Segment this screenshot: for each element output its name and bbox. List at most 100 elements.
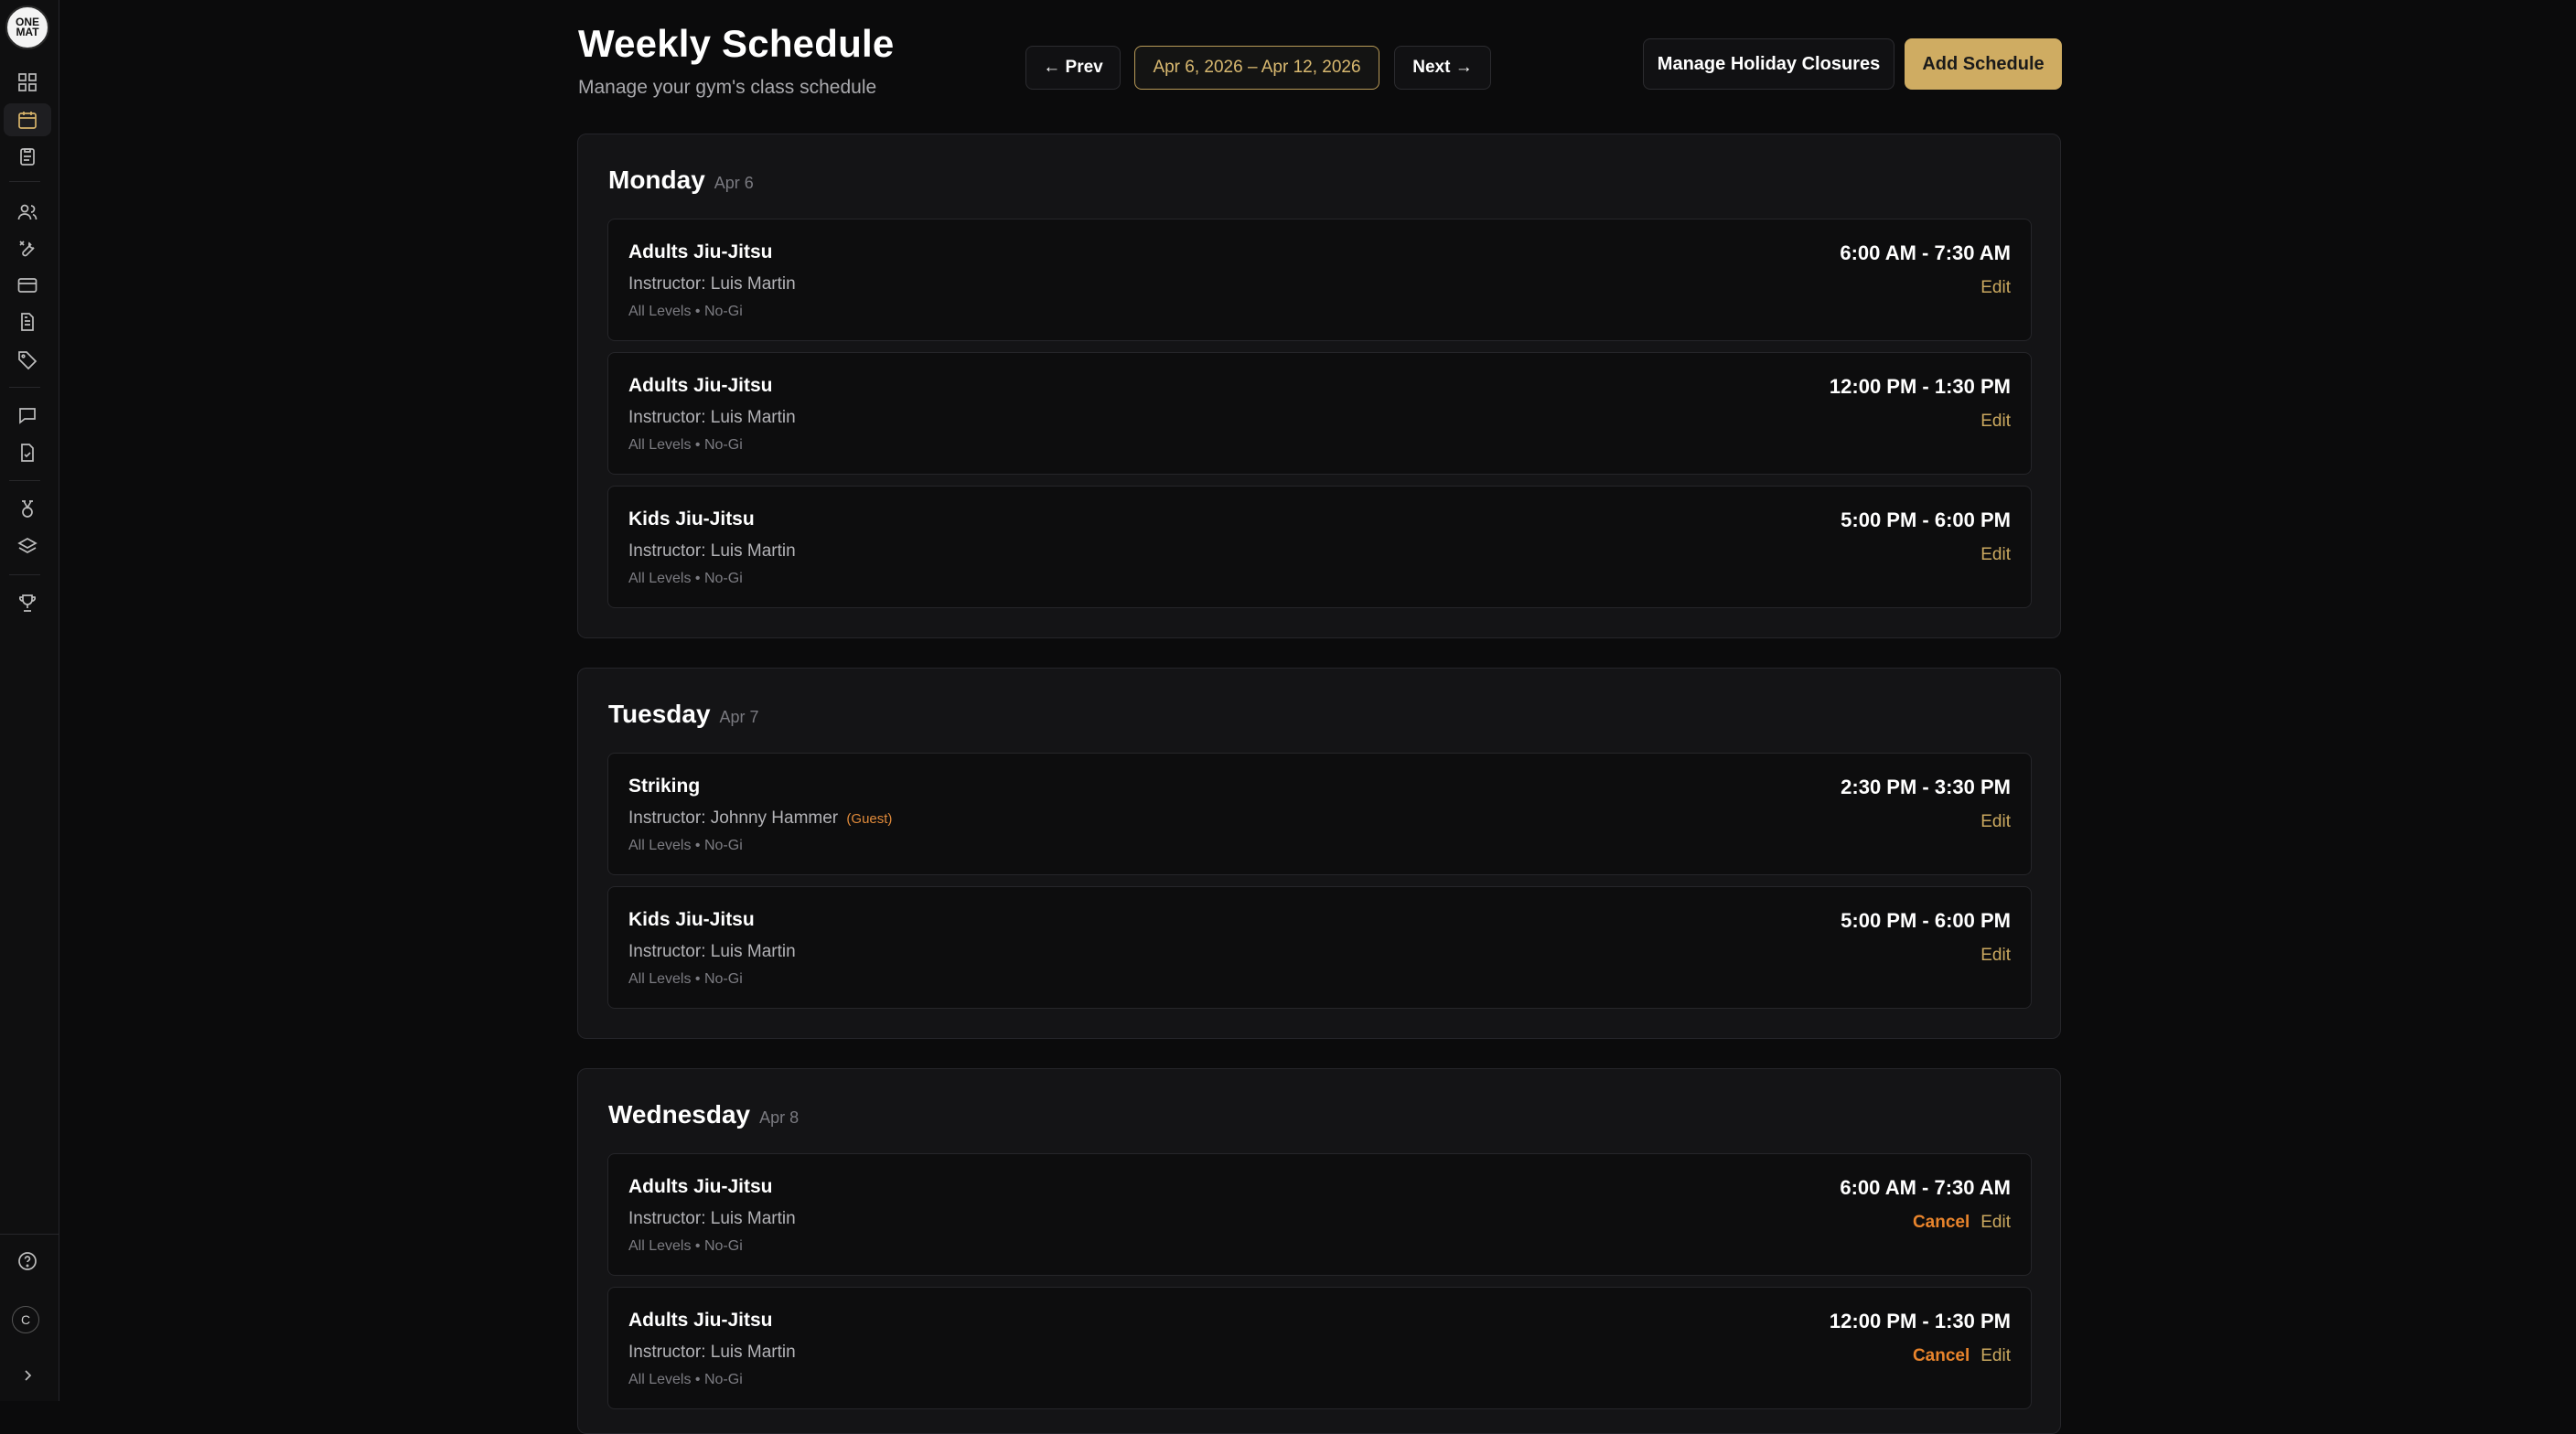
class-time: 2:30 PM - 3:30 PM xyxy=(1841,776,2011,798)
class-row[interactable]: Adults Jiu-Jitsu Instructor: Luis Martin… xyxy=(607,352,2032,475)
layers-icon xyxy=(17,538,38,553)
sidebar-divider xyxy=(9,480,40,481)
sidebar-item-messages[interactable] xyxy=(4,399,51,432)
class-instructor: Instructor: Luis Martin xyxy=(628,942,796,961)
cancel-class-button[interactable]: Cancel xyxy=(1913,1213,1970,1233)
class-meta: All Levels • No-Gi xyxy=(628,304,743,319)
class-meta: All Levels • No-Gi xyxy=(628,571,743,586)
sidebar-item-billing[interactable] xyxy=(4,269,51,302)
class-meta: All Levels • No-Gi xyxy=(628,838,743,853)
edit-class-button[interactable]: Edit xyxy=(1980,412,2011,432)
edit-class-button[interactable]: Edit xyxy=(1980,1346,2011,1366)
tag-icon xyxy=(18,351,38,370)
help-button[interactable] xyxy=(4,1245,51,1278)
day-date: Apr 6 xyxy=(714,174,754,192)
date-range-button[interactable]: Apr 6, 2026 – Apr 12, 2026 xyxy=(1134,46,1379,90)
class-actions: Edit xyxy=(1980,812,2011,832)
class-instructor: Instructor: Luis Martin xyxy=(628,1343,796,1362)
class-time: 5:00 PM - 6:00 PM xyxy=(1841,909,2011,932)
class-instructor: Instructor: Johnny Hammer (Guest) xyxy=(628,808,892,829)
guest-badge: (Guest) xyxy=(846,811,893,827)
sidebar-item-schedule[interactable] xyxy=(4,103,51,136)
sidebar: ONE MAT C xyxy=(0,0,59,1401)
class-title: Adults Jiu-Jitsu xyxy=(628,241,773,262)
edit-class-button[interactable]: Edit xyxy=(1980,1213,2011,1233)
sidebar-item-ranks[interactable] xyxy=(4,493,51,526)
day-date: Apr 8 xyxy=(759,1108,800,1127)
class-time: 12:00 PM - 1:30 PM xyxy=(1829,1310,2011,1332)
day-date: Apr 7 xyxy=(719,708,759,726)
page-subtitle: Manage your gym's class schedule xyxy=(578,77,877,98)
dashboard-icon xyxy=(18,73,37,91)
class-time: 12:00 PM - 1:30 PM xyxy=(1829,375,2011,398)
trophy-icon xyxy=(18,594,37,612)
class-title: Kids Jiu-Jitsu xyxy=(628,508,755,530)
edit-class-button[interactable]: Edit xyxy=(1980,946,2011,966)
class-row[interactable]: Adults Jiu-Jitsu Instructor: Luis Martin… xyxy=(607,219,2032,341)
prev-week-button[interactable]: ← Prev xyxy=(1025,46,1121,90)
cancel-class-button[interactable]: Cancel xyxy=(1913,1346,1970,1366)
sidebar-item-members[interactable] xyxy=(4,196,51,229)
sidebar-item-tags[interactable] xyxy=(4,343,51,376)
class-actions: Cancel Edit xyxy=(1913,1346,2011,1366)
document-icon xyxy=(21,313,34,331)
manage-holiday-closures-button[interactable]: Manage Holiday Closures xyxy=(1643,38,1894,90)
class-time: 6:00 AM - 7:30 AM xyxy=(1840,1176,2011,1199)
users-icon xyxy=(17,204,38,220)
class-actions: Edit xyxy=(1980,545,2011,565)
class-row[interactable]: Adults Jiu-Jitsu Instructor: Luis Martin… xyxy=(607,1287,2032,1409)
class-row[interactable]: Kids Jiu-Jitsu Instructor: Luis Martin A… xyxy=(607,886,2032,1009)
next-week-button[interactable]: Next → xyxy=(1394,46,1491,90)
edit-class-button[interactable]: Edit xyxy=(1980,812,2011,832)
page-title: Weekly Schedule xyxy=(578,22,895,65)
class-time: 6:00 AM - 7:30 AM xyxy=(1840,241,2011,264)
logo-line-2: MAT xyxy=(16,26,39,38)
sidebar-item-competitions[interactable] xyxy=(4,586,51,619)
chat-icon xyxy=(19,408,36,424)
day-header: Monday Apr 6 xyxy=(608,166,754,195)
edit-class-button[interactable]: Edit xyxy=(1980,545,2011,565)
sidebar-divider xyxy=(9,387,40,388)
expand-sidebar-button[interactable] xyxy=(4,1359,51,1392)
class-time: 5:00 PM - 6:00 PM xyxy=(1841,508,2011,531)
sidebar-item-programs[interactable] xyxy=(4,530,51,563)
class-instructor: Instructor: Luis Martin xyxy=(628,408,796,427)
sidebar-item-tools[interactable] xyxy=(4,232,51,265)
medal-icon xyxy=(22,500,33,518)
edit-class-button[interactable]: Edit xyxy=(1980,278,2011,298)
class-row[interactable]: Adults Jiu-Jitsu Instructor: Luis Martin… xyxy=(607,1153,2032,1276)
day-name: Tuesday xyxy=(608,700,711,728)
sidebar-item-documents[interactable] xyxy=(4,305,51,338)
class-row[interactable]: Striking Instructor: Johnny Hammer (Gues… xyxy=(607,753,2032,875)
day-card-wednesday: Wednesday Apr 8 Adults Jiu-Jitsu Instruc… xyxy=(577,1068,2061,1434)
chevron-right-icon xyxy=(25,1370,32,1381)
add-schedule-button[interactable]: Add Schedule xyxy=(1905,38,2062,90)
class-row[interactable]: Kids Jiu-Jitsu Instructor: Luis Martin A… xyxy=(607,486,2032,608)
class-actions: Cancel Edit xyxy=(1913,1213,2011,1233)
class-actions: Edit xyxy=(1980,946,2011,966)
class-title: Kids Jiu-Jitsu xyxy=(628,909,755,930)
help-icon xyxy=(18,1252,37,1270)
clipboard-icon xyxy=(20,148,35,166)
logo[interactable]: ONE MAT xyxy=(5,5,49,49)
user-avatar[interactable]: C xyxy=(12,1306,39,1333)
sidebar-item-dashboard[interactable] xyxy=(4,66,51,99)
class-title: Adults Jiu-Jitsu xyxy=(628,375,773,396)
sidebar-item-waivers[interactable] xyxy=(4,436,51,469)
instructor-name: Instructor: Johnny Hammer xyxy=(628,808,839,828)
class-meta: All Levels • No-Gi xyxy=(628,971,743,987)
sidebar-item-attendance[interactable] xyxy=(4,140,51,173)
day-name: Monday xyxy=(608,166,705,194)
day-card-monday: Monday Apr 6 Adults Jiu-Jitsu Instructor… xyxy=(577,134,2061,638)
calendar-icon xyxy=(18,112,37,129)
class-title: Adults Jiu-Jitsu xyxy=(628,1176,773,1197)
wrench-icon xyxy=(19,241,35,257)
class-instructor: Instructor: Luis Martin xyxy=(628,274,796,294)
class-instructor: Instructor: Luis Martin xyxy=(628,541,796,561)
credit-card-icon xyxy=(17,278,38,293)
sidebar-divider xyxy=(9,181,40,182)
class-actions: Edit xyxy=(1980,412,2011,432)
sidebar-bottom-divider xyxy=(0,1234,59,1235)
day-header: Wednesday Apr 8 xyxy=(608,1100,799,1129)
day-header: Tuesday Apr 7 xyxy=(608,700,759,729)
